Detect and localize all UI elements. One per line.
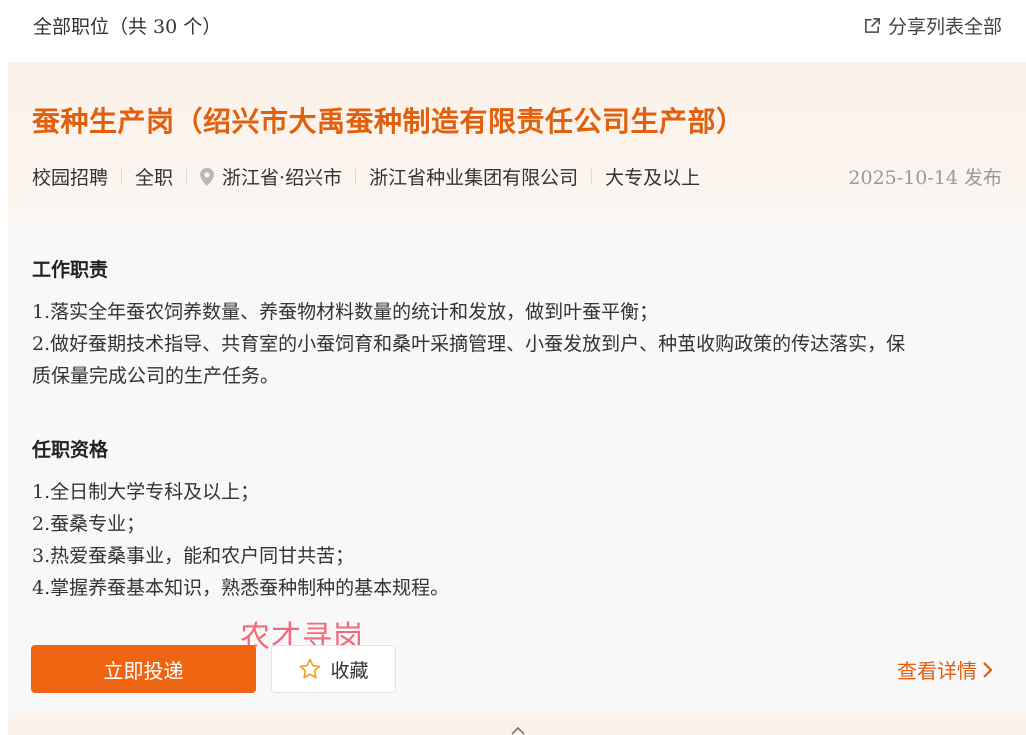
requirement-line: 2.蚕桑专业； [32, 513, 146, 535]
favorite-button[interactable]: 收藏 [271, 645, 396, 693]
view-details-label: 查看详情 [897, 659, 977, 683]
meta-separator [186, 168, 188, 185]
duty-line: 质保量完成公司的生产任务。 [32, 365, 280, 387]
duty-line: 2.做好蚕期技术指导、共育室的小蚕饲育和桑叶采摘管理、小蚕发放到户、种茧收购政策… [32, 333, 906, 355]
education-tag: 大专及以上 [605, 167, 701, 189]
total-jobs-label: 全部职位（共 30 个） [33, 16, 222, 38]
requirements-heading: 任职资格 [32, 439, 109, 461]
company-tag: 浙江省种业集团有限公司 [369, 167, 579, 189]
share-list-label: 分享列表全部 [887, 16, 1002, 38]
meta-separator [355, 168, 357, 185]
job-card: 蚕种生产岗（绍兴市大禹蚕种制造有限责任公司生产部） 校园招聘 全职 浙江省·绍兴… [8, 63, 1026, 713]
next-job-card[interactable] [8, 713, 1026, 735]
requirement-line: 1.全日制大学专科及以上； [32, 481, 260, 503]
duty-line: 1.落实全年蚕农饲养数量、养蚕物材料数量的统计和发放，做到叶蚕平衡； [32, 301, 659, 323]
chevron-up-icon [511, 727, 525, 735]
star-icon [300, 658, 321, 679]
meta-separator [591, 168, 593, 185]
share-icon [865, 18, 880, 33]
location-pin-icon [200, 167, 215, 186]
job-type-tag: 全职 [135, 167, 174, 189]
favorite-label: 收藏 [330, 659, 369, 682]
view-details-link[interactable]: 查看详情 [897, 655, 993, 684]
duties-text: 1.落实全年蚕农饲养数量、养蚕物材料数量的统计和发放，做到叶蚕平衡； 2.做好蚕… [32, 296, 1002, 392]
requirements-text: 1.全日制大学专科及以上； 2.蚕桑专业； 3.热爱蚕桑事业，能和农户同甘共苦；… [32, 476, 1002, 604]
job-meta: 校园招聘 全职 浙江省·绍兴市 浙江省种业集团有限公司 大专及以上 [32, 163, 700, 190]
job-title[interactable]: 蚕种生产岗（绍兴市大禹蚕种制造有限责任公司生产部） [32, 100, 745, 140]
requirement-line: 4.掌握养蚕基本知识，熟悉蚕种制种的基本规程。 [32, 577, 450, 599]
list-header: 全部职位（共 30 个） 分享列表全部 [0, 0, 1026, 62]
recruit-type-tag: 校园招聘 [32, 167, 109, 189]
share-list-button[interactable]: 分享列表全部 [863, 12, 1002, 39]
job-card-header: 蚕种生产岗（绍兴市大禹蚕种制造有限责任公司生产部） 校园招聘 全职 浙江省·绍兴… [8, 63, 1026, 226]
apply-button[interactable]: 立即投递 [31, 645, 256, 693]
meta-separator [121, 168, 123, 185]
location-tag: 浙江省·绍兴市 [222, 167, 343, 189]
duties-heading: 工作职责 [32, 259, 109, 281]
publish-date: 2025-10-14 发布 [848, 167, 1002, 189]
requirement-line: 3.热爱蚕桑事业，能和农户同甘共苦； [32, 545, 355, 567]
chevron-right-icon [983, 661, 993, 678]
